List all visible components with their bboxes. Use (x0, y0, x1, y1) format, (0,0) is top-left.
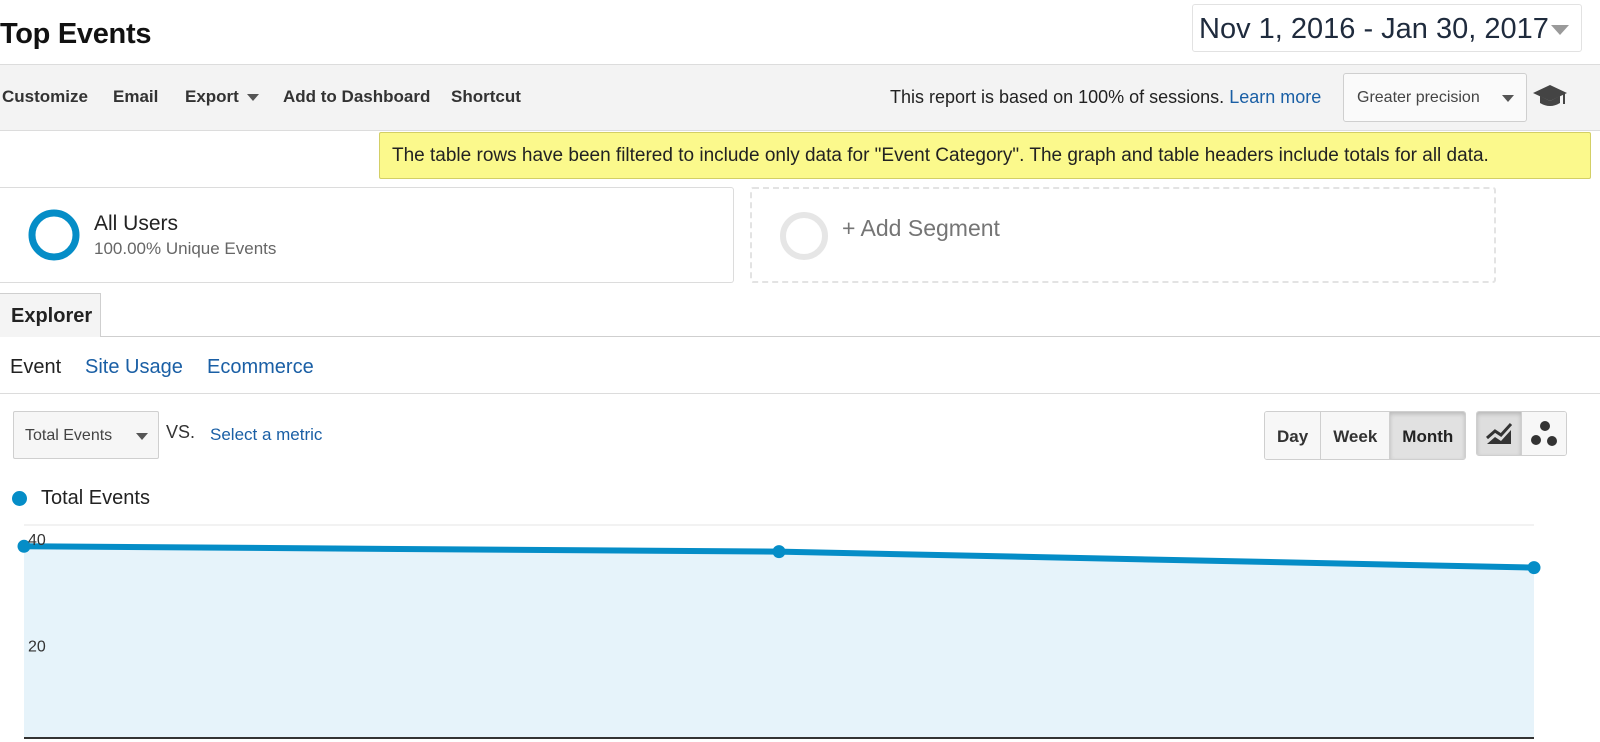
customize-button[interactable]: Customize (2, 87, 88, 107)
filter-notice: The table rows have been filtered to inc… (379, 132, 1591, 179)
select-metric-link[interactable]: Select a metric (210, 425, 322, 445)
vs-label: VS. (166, 422, 196, 442)
precision-label: Greater precision (1357, 89, 1480, 106)
primary-metric-select[interactable]: Total Events (13, 411, 159, 459)
shortcut-button[interactable]: Shortcut (451, 87, 521, 107)
subtab-site-usage[interactable]: Site Usage (85, 356, 183, 379)
sampling-note-text: This report is based on 100% of sessions… (890, 87, 1225, 107)
week-button[interactable]: Week (1321, 412, 1391, 459)
month-button[interactable]: Month (1390, 412, 1466, 459)
chevron-down-icon (136, 433, 148, 440)
empty-segment-ring-icon (780, 212, 828, 260)
subtab-event[interactable]: Event (10, 356, 61, 379)
date-range-label: Nov 1, 2016 - Jan 30, 2017 (1199, 13, 1549, 45)
export-label: Export (185, 87, 239, 106)
learn-more-link[interactable]: Learn more (1229, 87, 1321, 107)
segment-all-users[interactable]: All Users 100.00% Unique Events (0, 187, 734, 283)
add-segment-button[interactable]: + Add Segment (750, 187, 1496, 283)
y-tick-label: 40 (28, 532, 46, 549)
line-chart-button[interactable] (1477, 412, 1522, 455)
motion-chart-button[interactable] (1521, 412, 1566, 455)
add-to-dashboard-button[interactable]: Add to Dashboard (283, 87, 430, 107)
sampling-note: This report is based on 100% of sessions… (890, 87, 1321, 108)
primary-metric-label: Total Events (25, 427, 113, 444)
period-toggle: Day Week Month (1264, 411, 1467, 460)
series-area (24, 546, 1534, 738)
total-events-chart: 2040 (17, 524, 1541, 739)
motion-chart-icon (1530, 420, 1557, 446)
segment-ring-icon (28, 209, 80, 261)
tab-divider (101, 336, 1600, 337)
chart-legend: Total Events (12, 487, 150, 509)
chevron-down-icon (1551, 25, 1569, 35)
page-title: Top Events (0, 18, 152, 50)
legend-label: Total Events (41, 486, 150, 509)
chevron-down-icon (1502, 95, 1514, 102)
tab-explorer[interactable]: Explorer (0, 293, 101, 337)
chevron-down-icon (246, 94, 259, 102)
legend-dot-icon (12, 490, 27, 506)
data-point (772, 545, 786, 559)
segment-detail: 100.00% Unique Events (94, 239, 277, 258)
y-tick-label: 20 (28, 639, 46, 656)
line-chart-icon (1485, 422, 1512, 444)
chart-type-toggle (1476, 411, 1567, 456)
precision-dropdown[interactable]: Greater precision (1343, 73, 1527, 122)
report-toolbar: Customize Email Export Add to Dashboard … (0, 64, 1600, 131)
graduation-cap-icon[interactable] (1532, 82, 1568, 112)
data-point (1527, 561, 1541, 575)
subtab-ecommerce[interactable]: Ecommerce (207, 356, 314, 379)
subtab-divider (0, 393, 1600, 394)
date-range-picker[interactable]: Nov 1, 2016 - Jan 30, 2017 (1192, 4, 1582, 52)
day-button[interactable]: Day (1265, 412, 1322, 459)
export-button[interactable]: Export (185, 87, 259, 107)
add-segment-label: + Add Segment (842, 215, 1000, 241)
segment-name: All Users (94, 212, 179, 235)
email-button[interactable]: Email (113, 87, 158, 107)
